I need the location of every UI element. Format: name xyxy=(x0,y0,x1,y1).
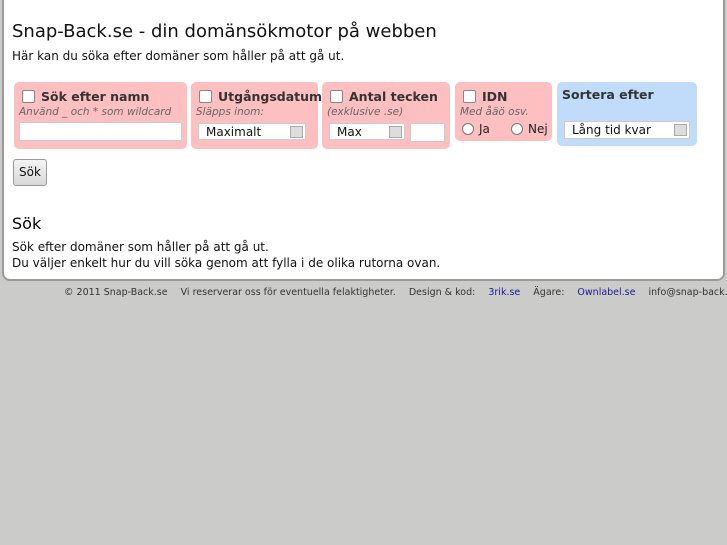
page-title: Snap-Back.se - din domänsökmotor på webb… xyxy=(12,21,437,42)
sort-select[interactable]: Lång tid kvar xyxy=(564,121,690,139)
length-select[interactable]: Max xyxy=(329,123,405,140)
length-checkbox[interactable] xyxy=(330,90,343,103)
length-input[interactable] xyxy=(410,123,445,142)
sort-label: Sortera efter xyxy=(562,87,654,102)
chevron-down-icon xyxy=(674,124,687,136)
info-line-2: Du väljer enkelt hur du vill söka genom … xyxy=(12,256,441,270)
design-link[interactable]: 3rik.se xyxy=(488,287,520,298)
idn-no-radio[interactable]: Nej xyxy=(511,122,548,136)
chevron-down-icon xyxy=(290,126,303,138)
length-filter-label: Antal tecken xyxy=(349,89,438,104)
page-subtitle: Här kan du söka efter domäner som håller… xyxy=(12,49,345,63)
name-filter-box: Sök efter namn Använd _ och * som wildca… xyxy=(14,82,187,149)
expiry-select[interactable]: Maximalt xyxy=(198,123,306,140)
name-filter-label: Sök efter namn xyxy=(41,89,150,104)
owner-link[interactable]: Ownlabel.se xyxy=(577,287,635,298)
expiry-hint: Släpps inom: xyxy=(196,106,264,118)
owner-label: Ägare: xyxy=(533,287,565,298)
length-filter-box: Antal tecken (exklusive .se) Max xyxy=(322,82,450,149)
design-label: Design & kod: xyxy=(408,287,476,298)
search-button[interactable]: Sök xyxy=(13,159,47,186)
name-checkbox[interactable] xyxy=(22,90,35,103)
length-hint: (exklusive .se) xyxy=(327,106,404,118)
idn-filter-box: IDN Med åäö osv. Ja Nej xyxy=(455,82,552,141)
name-input[interactable] xyxy=(19,122,182,141)
footer: © 2011 Snap-Back.se Vi reserverar oss fö… xyxy=(64,287,727,298)
idn-filter-label: IDN xyxy=(482,89,508,104)
copyright: © 2011 Snap-Back.se xyxy=(64,287,168,298)
sort-box: Sortera efter Lång tid kvar xyxy=(557,82,697,146)
expiry-filter-box: Utgångsdatum Släpps inom: Maximalt xyxy=(191,82,322,149)
expiry-checkbox[interactable] xyxy=(199,90,212,103)
contact-email: info@snap-back.se xyxy=(648,287,727,298)
idn-hint: Med åäö osv. xyxy=(460,106,529,118)
idn-checkbox[interactable] xyxy=(463,90,476,103)
info-line-1: Sök efter domäner som håller på att gå u… xyxy=(12,240,269,254)
info-title: Sök xyxy=(12,214,42,233)
disclaimer: Vi reserverar oss för eventuella felakti… xyxy=(180,287,396,298)
name-hint: Använd _ och * som wildcard xyxy=(19,106,172,118)
idn-yes-radio[interactable]: Ja xyxy=(462,122,490,136)
expiry-filter-label: Utgångsdatum xyxy=(218,89,323,104)
chevron-down-icon xyxy=(389,126,402,138)
